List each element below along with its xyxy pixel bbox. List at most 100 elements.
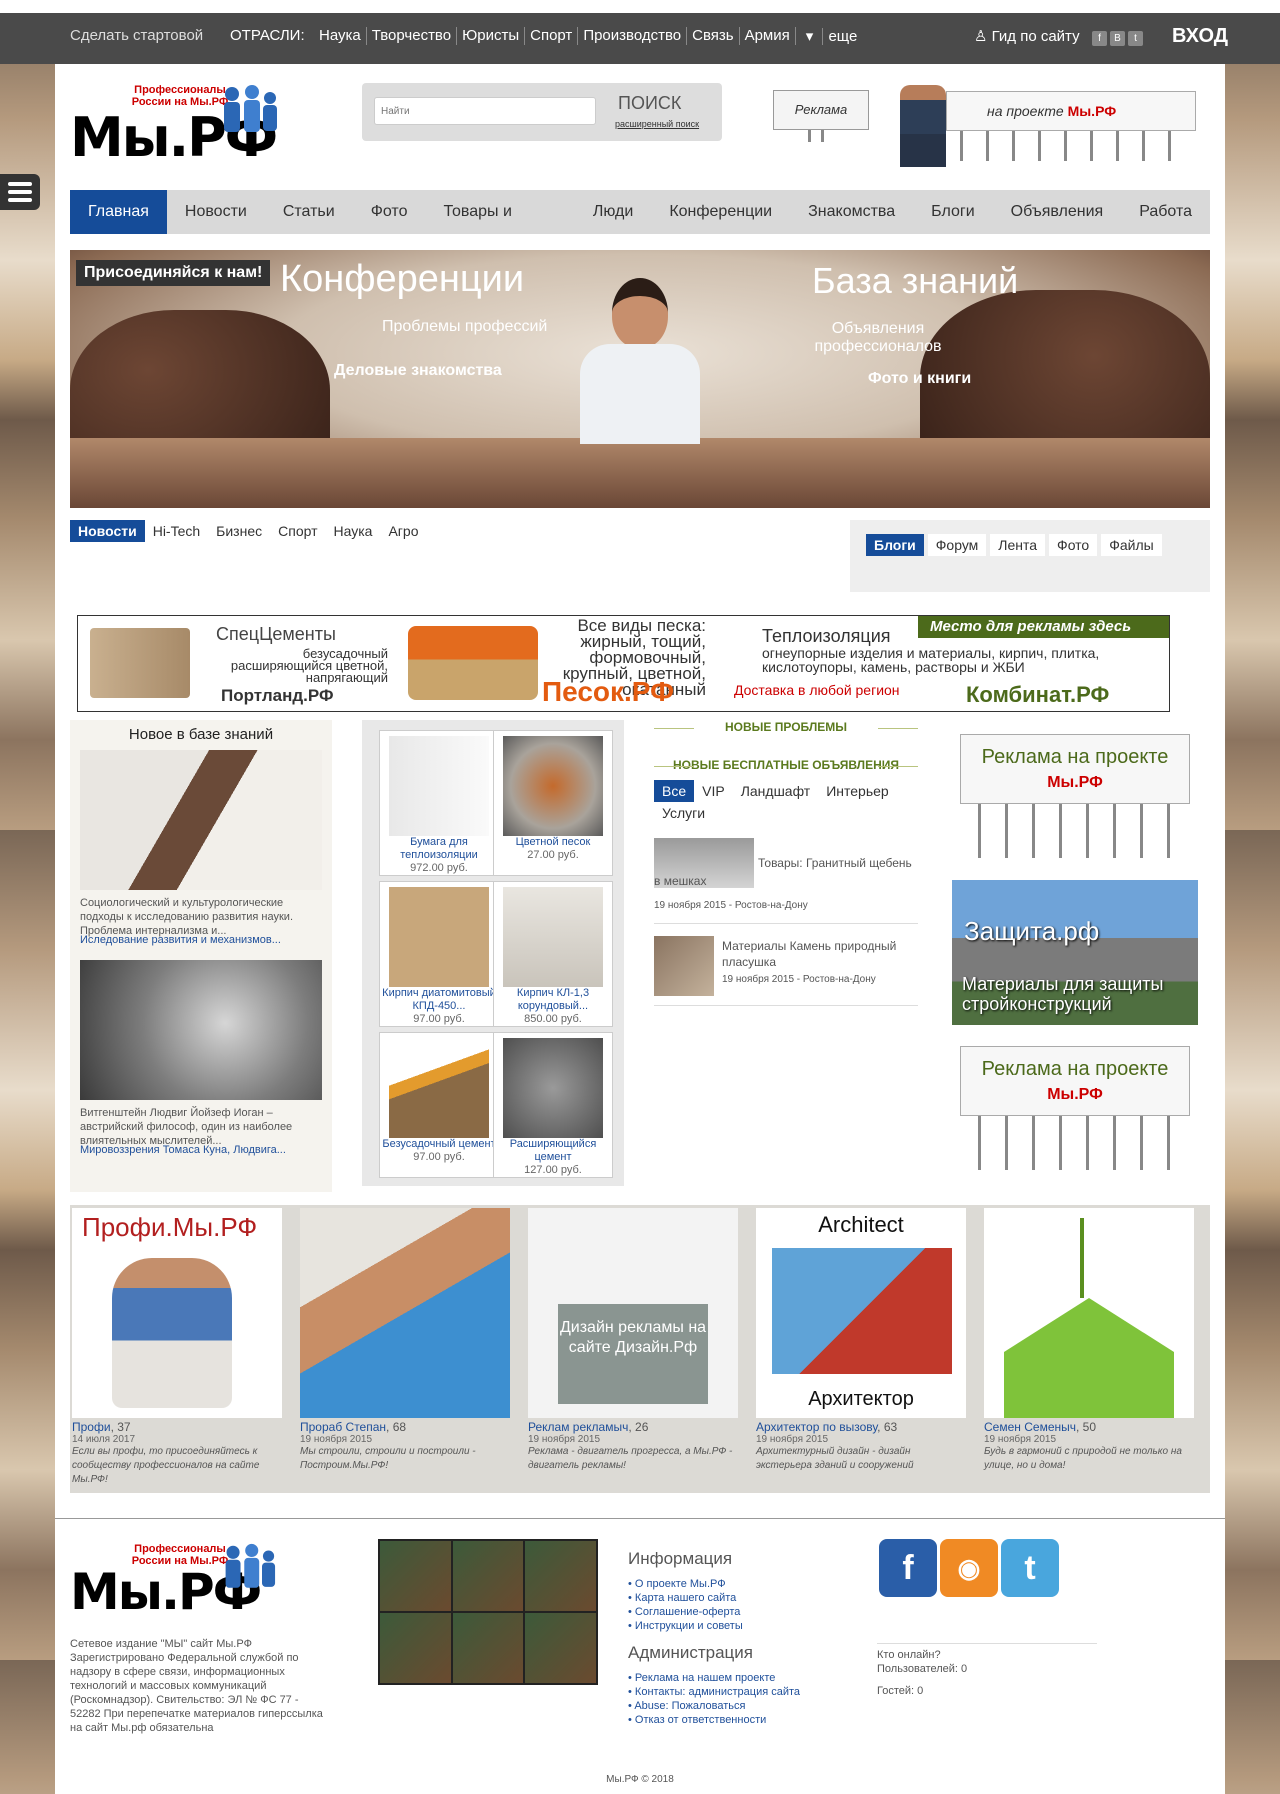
nav-item-jobs[interactable]: Работа xyxy=(1121,190,1210,234)
hero-knowledge-base[interactable]: База знаний xyxy=(812,260,1018,302)
footer-photo-grid[interactable] xyxy=(378,1539,598,1685)
tab-interior[interactable]: Интерьер xyxy=(818,780,897,802)
rss-icon[interactable]: ◉ xyxy=(940,1539,998,1597)
footer-link[interactable]: Abuse: Пожаловаться xyxy=(634,1700,745,1712)
item-title[interactable]: Материалы Камень природный пласушка xyxy=(722,938,912,970)
footer-link[interactable]: О проекте Мы.РФ xyxy=(635,1578,726,1590)
kb-item-link[interactable]: Иследование развития и механизмов... xyxy=(80,934,281,946)
project-ad-billboard[interactable]: Реклама на проекте Мы.РФ xyxy=(960,734,1190,858)
gallery-item[interactable]: Семен Семеныч, 50 19 ноября 2015 Будь в … xyxy=(984,1208,1194,1473)
zashita-ad[interactable]: Защита.рф Материалы для защиты стройконс… xyxy=(952,880,1198,1025)
product-image xyxy=(503,887,603,987)
blog-panel xyxy=(850,520,1210,592)
gallery-item[interactable]: Дизайн рекламы на сайте Дизайн.Рф Реклам… xyxy=(528,1208,738,1473)
join-us-button[interactable]: Присоединяйся к нам! xyxy=(76,260,271,286)
tab-photo[interactable]: Фото xyxy=(1049,534,1098,556)
product-card[interactable]: Расширяющийся цемент 127.00 руб. xyxy=(493,1032,613,1178)
gallery-item[interactable]: Architect Архитектор Архитектор по вызов… xyxy=(756,1208,966,1473)
facebook-icon[interactable]: f xyxy=(879,1539,937,1597)
kb-image-portrait[interactable] xyxy=(80,960,322,1100)
product-card[interactable]: Безусадочный цемент 97.00 руб. xyxy=(379,1032,499,1178)
footer-link[interactable]: Реклама на нашем проекте xyxy=(635,1672,775,1684)
make-start-link[interactable]: Сделать стартовой xyxy=(70,27,203,44)
login-button[interactable]: ВХОД xyxy=(1172,25,1228,48)
nav-item-news[interactable]: Новости xyxy=(167,190,265,234)
tab-blogs[interactable]: Блоги xyxy=(866,534,924,556)
nav-item-goods[interactable]: Товары и услуги xyxy=(425,190,574,264)
gallery-item[interactable]: Профи.Мы.РФ Профи, 37 14 июля 2017 Если … xyxy=(72,1208,282,1487)
site-guide-link[interactable]: ♙ Гид по сайту xyxy=(974,27,1080,45)
nav-item-conferences[interactable]: Конференции xyxy=(651,190,790,234)
search-input[interactable] xyxy=(374,97,596,125)
tab-business[interactable]: Бизнес xyxy=(208,520,270,542)
industry-link[interactable]: Армия xyxy=(738,27,795,45)
tab-news[interactable]: Новости xyxy=(70,520,145,542)
gallery-item[interactable]: Прораб Степан, 68 19 ноября 2015 Мы стро… xyxy=(300,1208,510,1473)
list-item[interactable]: Материалы Камень природный пласушка 19 н… xyxy=(654,932,918,1006)
product-card[interactable]: Бумага для теплоизоляции 972.00 руб. xyxy=(379,730,499,876)
product-card[interactable]: Кирпич диатомитовый КПД-450... 97.00 руб. xyxy=(379,881,499,1027)
twitter-icon[interactable]: t xyxy=(1128,31,1143,46)
nav-item-photo[interactable]: Фото xyxy=(353,190,426,234)
footer-link[interactable]: Соглашение-оферта xyxy=(635,1606,741,1618)
nav-item-dating[interactable]: Знакомства xyxy=(790,190,913,234)
advanced-search-link[interactable]: расширенный поиск xyxy=(615,119,699,129)
ad-billboard[interactable]: Реклама xyxy=(773,90,869,130)
search-button[interactable]: ПОИСК xyxy=(618,93,681,114)
products-grid: Бумага для теплоизоляции 972.00 руб. Цвет… xyxy=(362,720,624,1186)
tab-services[interactable]: Услуги xyxy=(654,802,713,824)
item-title[interactable]: Товары: Гранитный щебень в мешках xyxy=(654,854,918,890)
industry-link[interactable]: Спорт xyxy=(524,27,577,45)
list-item[interactable]: Товары: Гранитный щебень в мешках 19 ноя… xyxy=(654,838,918,924)
side-menu-toggle[interactable] xyxy=(0,174,40,210)
tab-science[interactable]: Наука xyxy=(326,520,381,542)
vk-icon[interactable]: B xyxy=(1110,31,1125,46)
footer-logo[interactable]: Профессионалы России на Мы.РФ Мы.РФ xyxy=(70,1541,290,1621)
people-gallery: Профи.Мы.РФ Профи, 37 14 июля 2017 Если … xyxy=(70,1205,1210,1493)
twitter-icon[interactable]: t xyxy=(1001,1539,1059,1597)
hero-problems[interactable]: Проблемы профессий xyxy=(382,318,547,336)
tab-all[interactable]: Все xyxy=(654,780,695,802)
industry-link[interactable]: Производство xyxy=(577,27,686,45)
product-card[interactable]: Кирпич КЛ-1,3 корундовый... 850.00 руб. xyxy=(493,881,613,1027)
tab-feed[interactable]: Лента xyxy=(990,534,1046,556)
hero-ads[interactable]: Объявления профессионалов xyxy=(808,320,948,356)
site-logo[interactable]: Профессионалы России на Мы.РФ Мы.РФ xyxy=(70,80,290,170)
hero-banner[interactable]: Присоединяйся к нам! Конференции Проблем… xyxy=(70,250,1210,508)
nav-item-ads[interactable]: Объявления xyxy=(993,190,1122,234)
tab-forum[interactable]: Форум xyxy=(927,534,987,556)
hero-photo-books[interactable]: Фото и книги xyxy=(868,370,971,388)
nav-item-articles[interactable]: Статьи xyxy=(265,190,353,234)
kb-item-link[interactable]: Мировоззрения Томаса Куна, Людвига... xyxy=(80,1144,286,1156)
facebook-icon[interactable]: f xyxy=(1092,31,1107,46)
footer-link[interactable]: Контакты: администрация сайта xyxy=(635,1686,800,1698)
insulation-text: огнеупорные изделия и материалы, кирпич,… xyxy=(762,645,1100,675)
tab-landscape[interactable]: Ландшафт xyxy=(733,780,819,802)
kb-image-woman[interactable] xyxy=(80,750,322,890)
industry-link[interactable]: Связь xyxy=(686,27,738,45)
footer-link[interactable]: Инструкции и советы xyxy=(635,1620,743,1632)
tab-files[interactable]: Файлы xyxy=(1101,534,1162,556)
tab-sport[interactable]: Спорт xyxy=(270,520,325,542)
ads-column: НОВЫЕ ПРОБЛЕМЫ НОВЫЕ БЕСПЛАТНЫЕ ОБЪЯВЛЕН… xyxy=(654,720,918,1006)
industry-link[interactable]: Творчество xyxy=(365,27,456,45)
header-project-ad[interactable]: на проекте Мы.РФ xyxy=(900,85,1200,167)
more-industries-dropdown[interactable]: ▾ еще xyxy=(794,27,868,45)
nav-item-home[interactable]: Главная xyxy=(70,190,167,234)
tab-hitech[interactable]: Hi-Tech xyxy=(145,520,208,542)
product-card[interactable]: Цветной песок 27.00 руб. xyxy=(493,730,613,876)
ad-banner[interactable]: СпецЦементы безусадочный расширяющийся ц… xyxy=(77,615,1170,712)
tab-agro[interactable]: Агро xyxy=(380,520,426,542)
hero-conferences[interactable]: Конференции xyxy=(280,258,524,301)
free-ads-heading[interactable]: НОВЫЕ БЕСПЛАТНЫЕ ОБЪЯВЛЕНИЯ xyxy=(654,758,918,772)
hero-dating[interactable]: Деловые знакомства xyxy=(334,362,502,380)
footer-link[interactable]: Отказ от ответственности xyxy=(635,1714,766,1726)
industry-link[interactable]: Юристы xyxy=(456,27,524,45)
new-problems-heading[interactable]: НОВЫЕ ПРОБЛЕМЫ xyxy=(654,720,918,734)
tab-vip[interactable]: VIP xyxy=(694,780,733,802)
nav-item-blogs[interactable]: Блоги xyxy=(913,190,993,234)
nav-item-people[interactable]: Люди xyxy=(575,190,651,234)
footer-link[interactable]: Карта нашего сайта xyxy=(635,1592,736,1604)
project-ad-billboard[interactable]: Реклама на проекте Мы.РФ xyxy=(960,1046,1190,1170)
industry-link[interactable]: Наука xyxy=(314,27,366,45)
